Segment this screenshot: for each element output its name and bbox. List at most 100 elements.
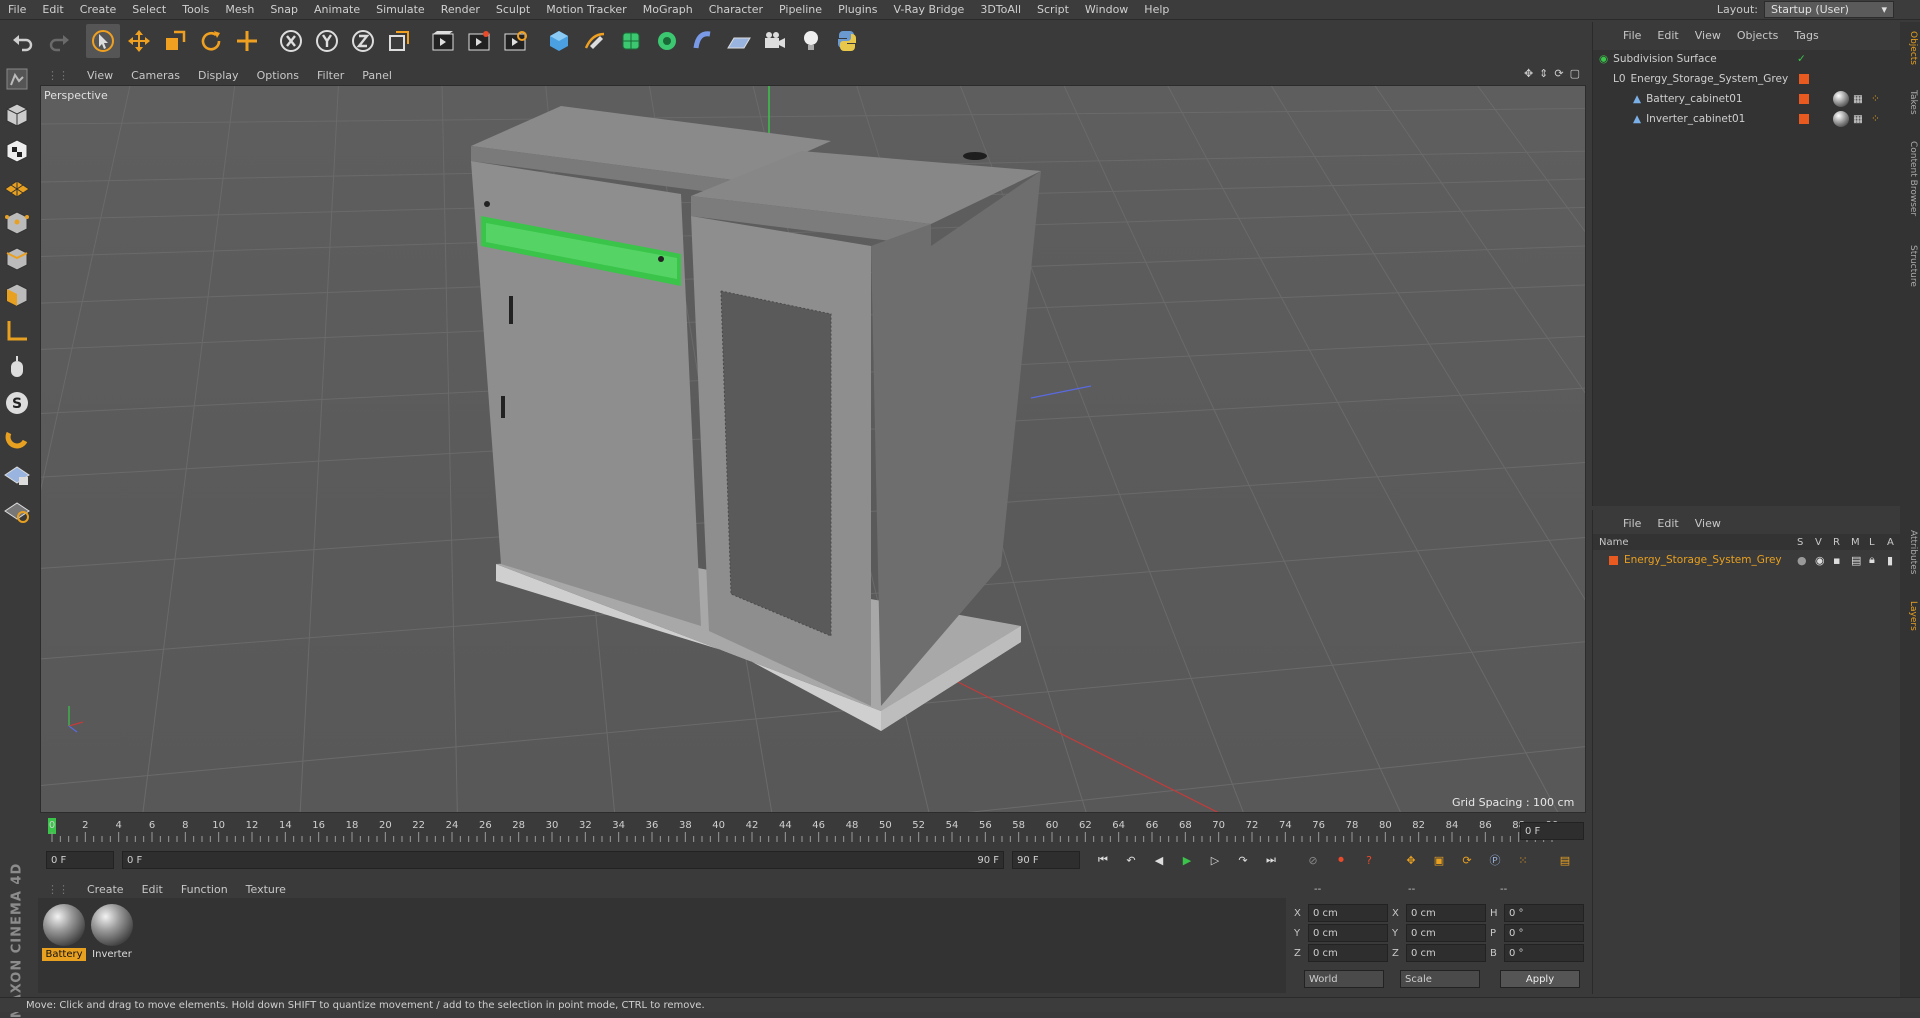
- menu-animate[interactable]: Animate: [306, 3, 368, 16]
- pan-icon[interactable]: ✥: [1524, 67, 1533, 80]
- orbit-icon[interactable]: ⟳: [1554, 67, 1563, 80]
- checkmark-icon[interactable]: ✓: [1797, 53, 1806, 65]
- vp-menu-view[interactable]: View: [78, 69, 122, 82]
- pos-z-field[interactable]: 0 cm: [1308, 944, 1388, 962]
- subdivision-icon[interactable]: [614, 24, 648, 58]
- auto-key-icon[interactable]: ?: [1358, 854, 1380, 867]
- pos-x-field[interactable]: 0 cm: [1308, 904, 1388, 922]
- vp-menu-panel[interactable]: Panel: [353, 69, 401, 82]
- rot-h-field[interactable]: 0 °: [1504, 904, 1584, 922]
- obj-menu-edit[interactable]: Edit: [1649, 29, 1686, 42]
- python-icon[interactable]: [830, 24, 864, 58]
- start-frame-field[interactable]: 0 F: [46, 851, 114, 869]
- grid-icon[interactable]: [0, 494, 34, 528]
- material-inverter[interactable]: Inverter: [90, 904, 134, 962]
- key-position-icon[interactable]: ✥: [1400, 854, 1422, 867]
- tweak-mode-icon[interactable]: [0, 350, 34, 384]
- menu-select[interactable]: Select: [124, 3, 174, 16]
- menu-snap[interactable]: Snap: [262, 3, 306, 16]
- menu-file[interactable]: File: [0, 3, 34, 16]
- object-row[interactable]: ▲ Battery_cabinet01 ▦ ⁘: [1593, 90, 1901, 108]
- next-key-icon[interactable]: ↷: [1232, 854, 1254, 867]
- keyframe-icon[interactable]: ⊘: [1302, 854, 1324, 867]
- goto-end-icon[interactable]: ⏭: [1260, 853, 1282, 867]
- workplane-mode-icon[interactable]: [0, 170, 34, 204]
- end-frame-field[interactable]: 90 F: [1012, 851, 1080, 869]
- render-settings-icon[interactable]: [498, 24, 532, 58]
- phong-tag-icon[interactable]: ⁘: [1871, 113, 1880, 125]
- vp-menu-display[interactable]: Display: [189, 69, 248, 82]
- undo-icon[interactable]: [6, 24, 40, 58]
- menu-3dtoall[interactable]: 3DToAll: [972, 3, 1029, 16]
- menu-plugins[interactable]: Plugins: [830, 3, 885, 16]
- step-forward-icon[interactable]: ▷: [1204, 854, 1226, 867]
- render-icon[interactable]: ▪: [1833, 554, 1851, 567]
- step-back-icon[interactable]: ◀: [1148, 854, 1170, 867]
- maximize-icon[interactable]: ▢: [1570, 67, 1580, 80]
- vp-menu-options[interactable]: Options: [248, 69, 308, 82]
- menu-help[interactable]: Help: [1136, 3, 1177, 16]
- obj-menu-file[interactable]: File: [1615, 29, 1649, 42]
- layer-color-swatch[interactable]: [1799, 74, 1809, 84]
- polygons-mode-icon[interactable]: [0, 278, 34, 312]
- scale-select[interactable]: Scale: [1400, 970, 1480, 988]
- material-battery[interactable]: Battery: [42, 904, 86, 962]
- menu-mograph[interactable]: MoGraph: [635, 3, 701, 16]
- menu-script[interactable]: Script: [1029, 3, 1077, 16]
- pos-y-field[interactable]: 0 cm: [1308, 924, 1388, 942]
- prev-key-icon[interactable]: ↶: [1120, 854, 1142, 867]
- key-rotation-icon[interactable]: ⟳: [1456, 854, 1478, 867]
- current-frame-field[interactable]: 0 F: [1520, 822, 1584, 840]
- viewport-3d[interactable]: [40, 85, 1586, 813]
- layer-color-swatch[interactable]: [1799, 114, 1809, 124]
- key-scale-icon[interactable]: ▣: [1428, 854, 1450, 867]
- obj-menu-tags[interactable]: Tags: [1786, 29, 1826, 42]
- goto-start-icon[interactable]: ⏮: [1092, 853, 1114, 867]
- mat-menu-create[interactable]: Create: [78, 883, 133, 896]
- scale-icon[interactable]: [158, 24, 192, 58]
- redo-icon[interactable]: [42, 24, 76, 58]
- deformer-icon[interactable]: [686, 24, 720, 58]
- obj-menu-objects[interactable]: Objects: [1729, 29, 1787, 42]
- object-row[interactable]: ▲ Inverter_cabinet01 ▦ ⁘: [1593, 110, 1901, 128]
- solo-icon[interactable]: ●: [1797, 554, 1815, 567]
- tab-takes[interactable]: Takes: [1902, 82, 1918, 122]
- z-axis-icon[interactable]: [346, 24, 380, 58]
- apply-button[interactable]: Apply: [1500, 970, 1580, 988]
- size-y-field[interactable]: 0 cm: [1406, 924, 1486, 942]
- pen-spline-icon[interactable]: [578, 24, 612, 58]
- layer-color-swatch[interactable]: [1609, 555, 1618, 565]
- camera-icon[interactable]: [758, 24, 792, 58]
- eye-icon[interactable]: ◉: [1815, 554, 1833, 567]
- menu-render[interactable]: Render: [433, 3, 488, 16]
- texture-tag-icon[interactable]: ▦: [1853, 113, 1863, 125]
- layer-menu-file[interactable]: File: [1615, 517, 1649, 530]
- menu-simulate[interactable]: Simulate: [368, 3, 433, 16]
- material-tag-icon[interactable]: [1833, 91, 1849, 107]
- animation-icon[interactable]: ▮: [1887, 554, 1901, 567]
- menu-edit[interactable]: Edit: [34, 3, 71, 16]
- size-z-field[interactable]: 0 cm: [1406, 944, 1486, 962]
- points-mode-icon[interactable]: [0, 206, 34, 240]
- manager-icon[interactable]: ▤: [1851, 554, 1869, 567]
- key-param-icon[interactable]: Ⓟ: [1484, 852, 1506, 868]
- texture-tag-icon[interactable]: ▦: [1853, 93, 1863, 105]
- layer-menu-edit[interactable]: Edit: [1649, 517, 1686, 530]
- play-icon[interactable]: ▶: [1176, 854, 1198, 867]
- material-tag-icon[interactable]: [1833, 111, 1849, 127]
- layer-color-swatch[interactable]: [1799, 94, 1809, 104]
- edges-mode-icon[interactable]: [0, 242, 34, 276]
- light-icon[interactable]: [794, 24, 828, 58]
- mat-menu-function[interactable]: Function: [172, 883, 237, 896]
- lock-icon[interactable]: 🔒︎: [1869, 553, 1887, 567]
- vp-menu-filter[interactable]: Filter: [308, 69, 353, 82]
- layer-row[interactable]: Energy_Storage_System_Grey ● ◉ ▪ ▤ 🔒︎ ▮: [1593, 552, 1901, 568]
- menu-motion-tracker[interactable]: Motion Tracker: [538, 3, 634, 16]
- axis-mode-icon[interactable]: [0, 314, 34, 348]
- dolly-icon[interactable]: ⇕: [1539, 67, 1548, 80]
- texture-mode-icon[interactable]: [0, 134, 34, 168]
- rotate-icon[interactable]: [194, 24, 228, 58]
- object-row[interactable]: L0 Energy_Storage_System_Grey: [1593, 70, 1901, 88]
- move-icon[interactable]: [122, 24, 156, 58]
- timeline-window-icon[interactable]: ▤: [1554, 854, 1576, 867]
